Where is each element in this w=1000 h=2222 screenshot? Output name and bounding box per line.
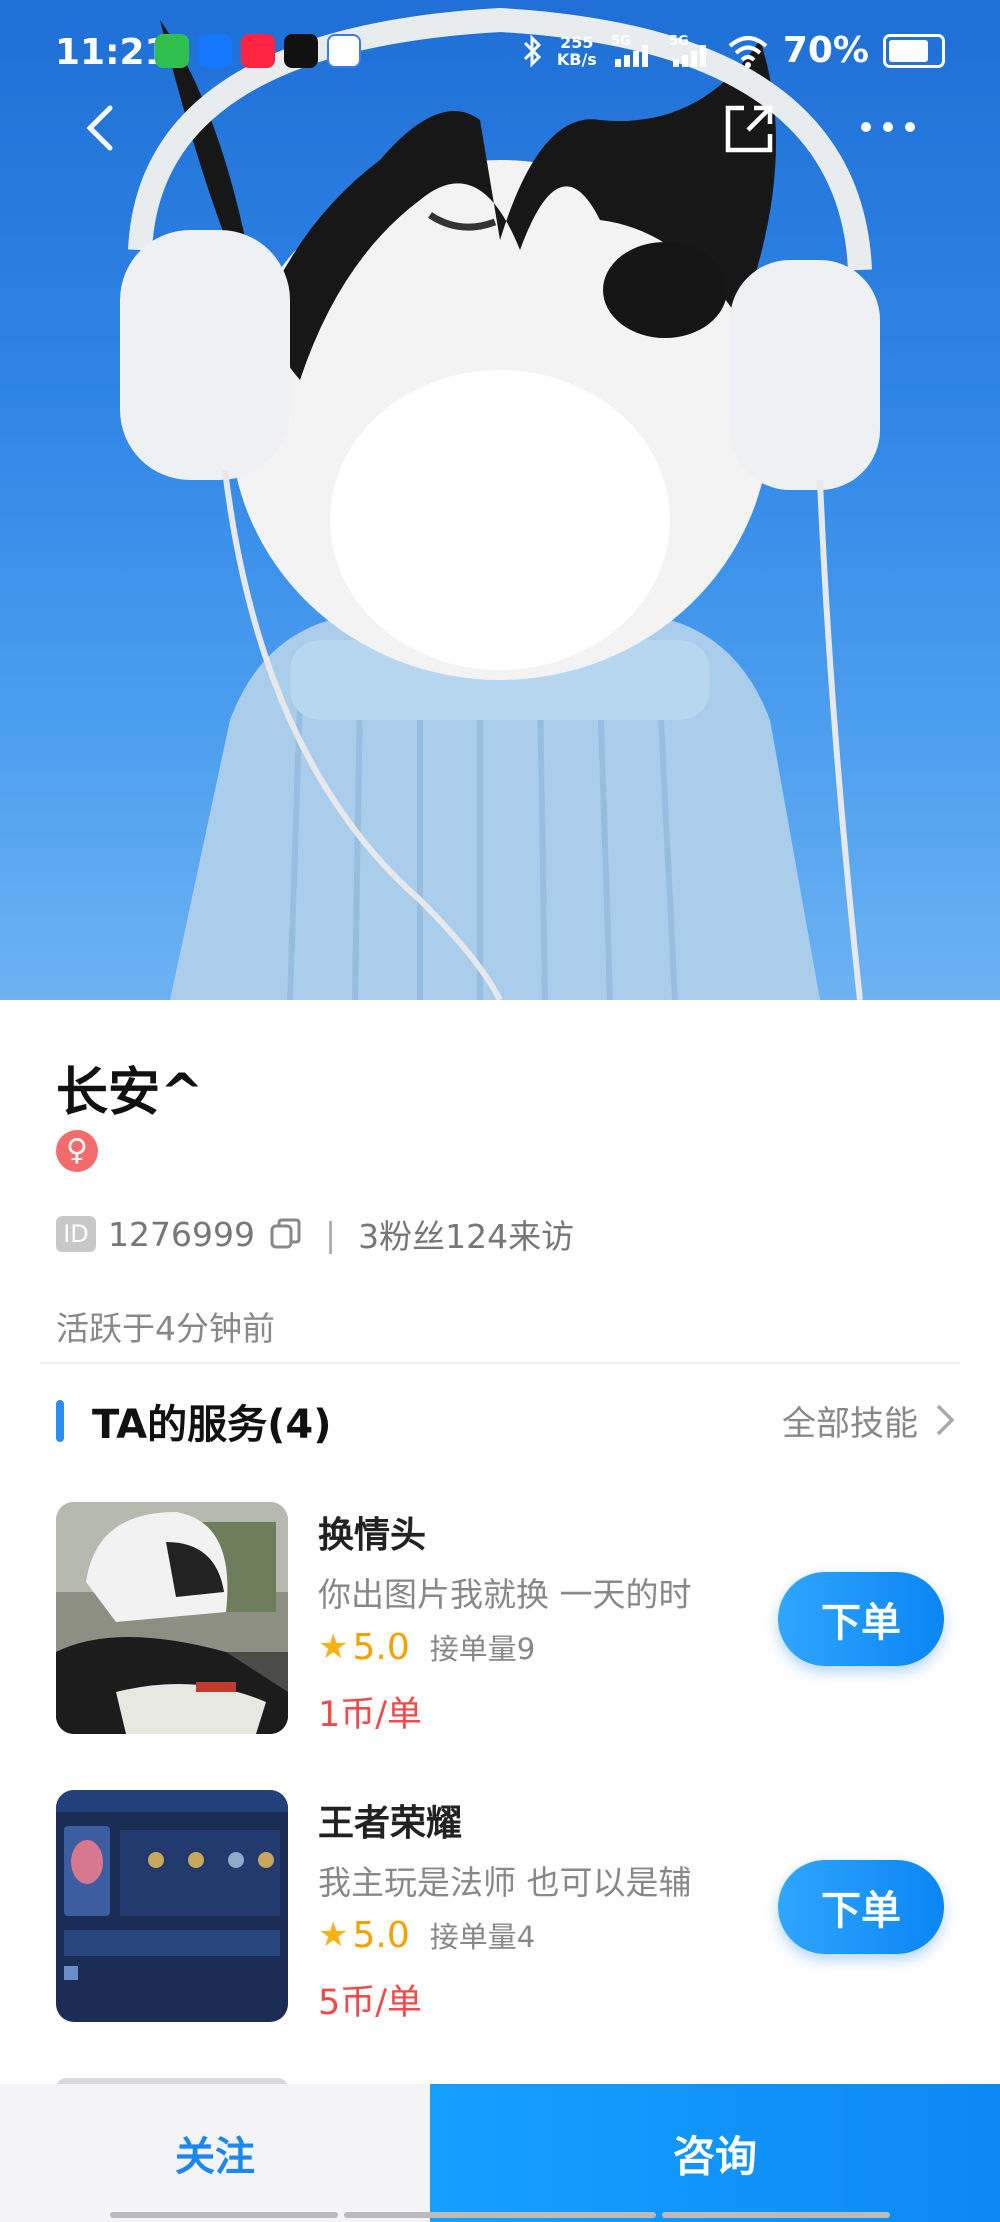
section-accent-bar [56, 1400, 64, 1442]
share-icon [725, 105, 773, 153]
service-rating: ★ 5.0 接单量9 [318, 1626, 535, 1668]
id-badge: ID [56, 1216, 96, 1252]
order-button[interactable]: 下单 [778, 1572, 944, 1666]
wifi-icon [728, 35, 768, 68]
services-title: TA的服务(4) [92, 1402, 332, 1448]
svg-text:5G: 5G [611, 34, 631, 49]
back-button[interactable] [80, 100, 120, 160]
share-button[interactable] [720, 100, 778, 162]
xiaohongshu-icon [241, 34, 275, 68]
motorcycle-helmet-image [56, 1502, 288, 1734]
svg-text:5G: 5G [669, 34, 689, 49]
consult-button[interactable]: 咨询 [430, 2084, 1000, 2222]
rating-score: 5.0 [352, 1914, 410, 1956]
service-description: 我主玩是法师 也可以是辅 [318, 1863, 692, 1902]
last-active: 活跃于4分钟前 [56, 1309, 275, 1348]
order-count: 接单量9 [429, 1632, 536, 1666]
copy-icon[interactable] [269, 1217, 303, 1251]
service-thumbnail [56, 1790, 288, 2022]
user-id: 1276999 [108, 1214, 255, 1254]
dog-with-headphones-image [120, 7, 880, 1000]
fans-visits-count: 3粉丝124来访 [358, 1217, 575, 1256]
service-price: 1币/单 [318, 1695, 423, 1735]
star-icon: ★ [318, 1627, 349, 1667]
gesture-bar-center [344, 2212, 656, 2218]
status-time: 11:21 [55, 32, 170, 73]
service-price: 5币/单 [318, 1983, 423, 2023]
service-item[interactable]: 王者荣耀 我主玩是法师 也可以是辅 ★ 5.0 接单量4 5币/单 下单 [0, 1790, 1000, 2030]
back-arrow-icon [86, 105, 113, 151]
signal-5g-icon: 5G [611, 34, 648, 67]
female-gender-icon: ♀ [56, 1130, 98, 1172]
net-speed: 255 KB/s [557, 34, 597, 68]
status-bar: 11:21 255 KB/s 5G 5G 70% [0, 0, 1000, 105]
order-button[interactable]: 下单 [778, 1860, 944, 1954]
order-count: 接单量4 [429, 1920, 536, 1954]
user-name: 长安^ [56, 1063, 204, 1123]
alipay-icon [198, 34, 232, 68]
net-speed-value: 255 [560, 32, 594, 52]
service-thumbnail [56, 1502, 288, 1734]
rating-score: 5.0 [352, 1626, 410, 1668]
battery-percent: 70% [782, 30, 869, 71]
bluetooth-icon [523, 33, 541, 68]
wechat-icon [155, 34, 189, 68]
signal-5g-icon-2: 5G [669, 34, 706, 67]
battery-icon [883, 33, 945, 68]
service-title: 换情头 [318, 1515, 427, 1556]
meta-separator: | [324, 1214, 337, 1254]
more-button[interactable] [858, 112, 922, 146]
bottom-action-bar: 关注 咨询 [0, 2084, 1000, 2222]
divider [40, 1362, 960, 1364]
service-rating: ★ 5.0 接单量4 [318, 1914, 535, 1956]
cover-photo: 11:21 255 KB/s 5G 5G 70% [0, 0, 1000, 1000]
service-description: 你出图片我就换 一天的时 [318, 1575, 692, 1614]
profile-meta: ID 1276999 | 3粉丝124来访 [56, 1210, 574, 1258]
chevron-right-icon[interactable] [934, 1402, 956, 1438]
all-skills-link[interactable]: 全部技能 [782, 1396, 918, 1445]
gesture-bar-left [110, 2212, 338, 2218]
net-speed-unit: KB/s [556, 49, 597, 69]
gesture-bar-right [662, 2212, 890, 2218]
moji-icon [284, 34, 318, 68]
follow-button[interactable]: 关注 [0, 2084, 430, 2222]
baidu-icon [327, 34, 361, 68]
honor-of-kings-screenshot-image [56, 1790, 288, 2022]
star-icon: ★ [318, 1915, 349, 1955]
more-dots-icon [861, 122, 915, 132]
service-title: 王者荣耀 [318, 1803, 463, 1844]
services-header: TA的服务(4) 全部技能 [0, 1390, 1000, 1450]
service-item[interactable]: 换情头 你出图片我就换 一天的时 ★ 5.0 接单量9 1币/单 下单 [0, 1502, 1000, 1742]
